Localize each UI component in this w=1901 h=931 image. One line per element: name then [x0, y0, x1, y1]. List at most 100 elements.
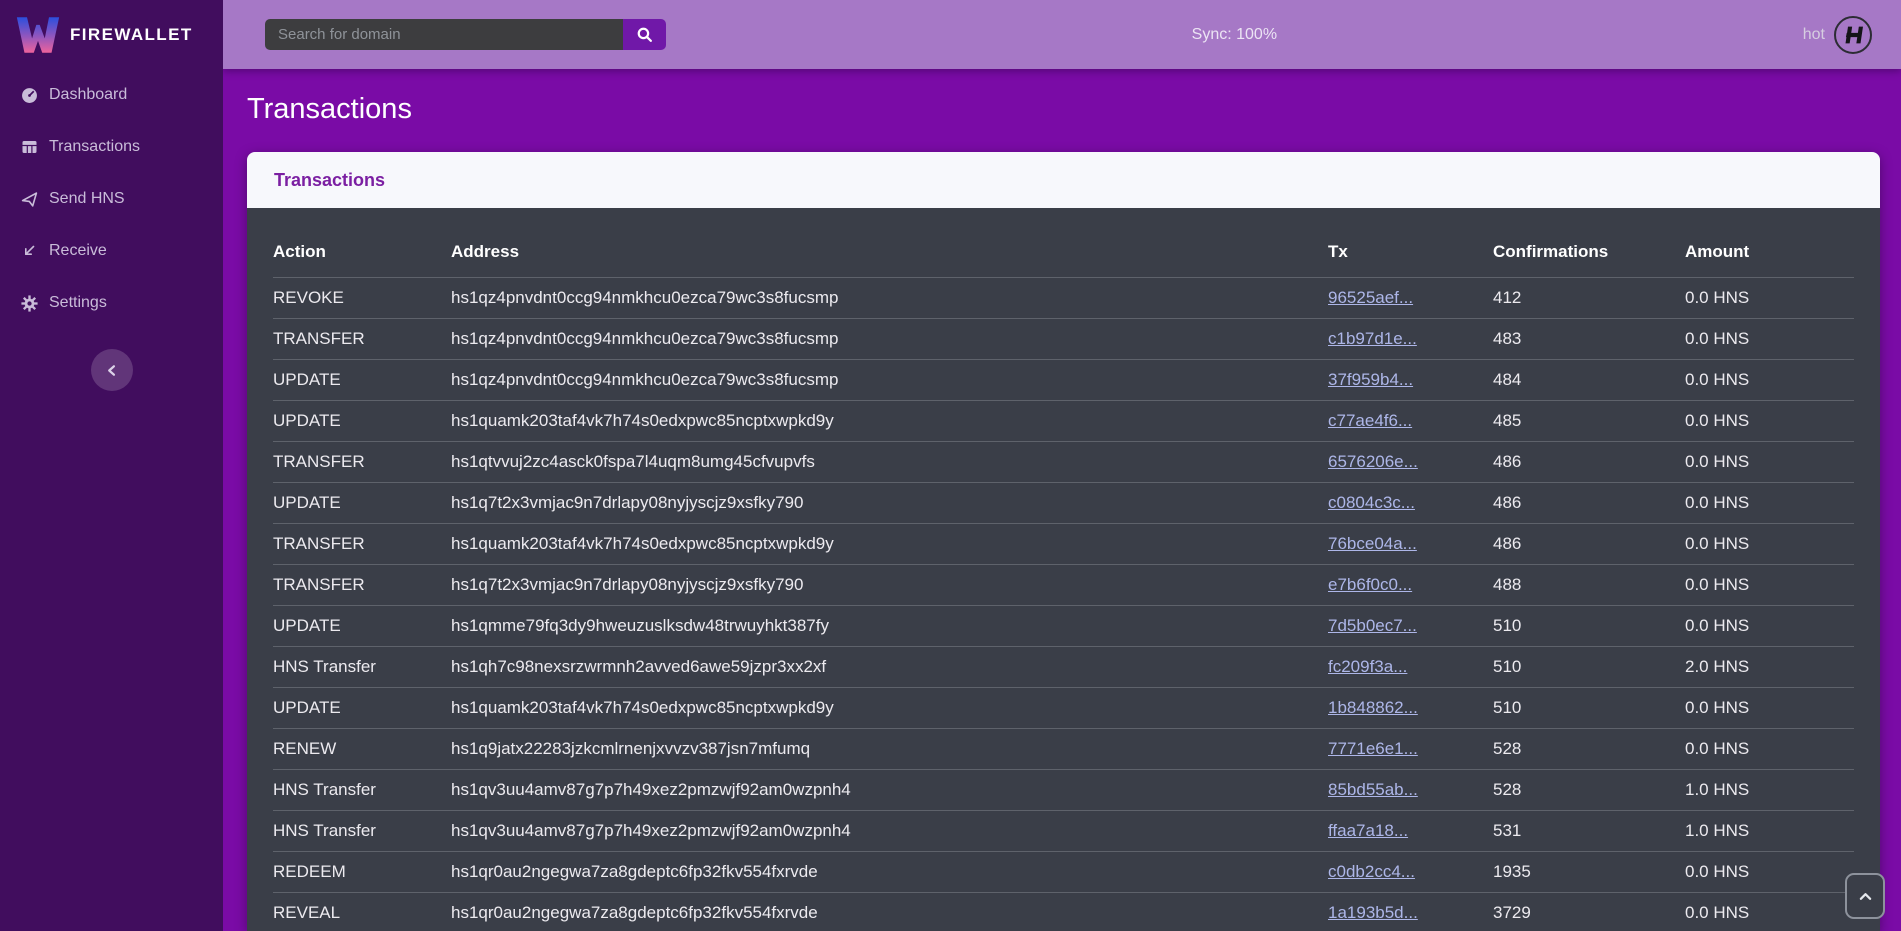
confirmations-cell: 486	[1493, 534, 1685, 554]
column-header-amount: Amount	[1685, 242, 1854, 262]
action-cell: UPDATE	[273, 493, 451, 513]
confirmations-cell: 1935	[1493, 862, 1685, 882]
tx-link[interactable]: 1a193b5d...	[1328, 903, 1418, 922]
address-cell: hs1quamk203taf4vk7h74s0edxpwc85ncptxwpkd…	[451, 411, 1328, 431]
address-cell: hs1qr0au2ngegwa7za8gdeptc6fp32fkv554fxrv…	[451, 862, 1328, 882]
receive-icon	[20, 242, 38, 260]
table-row: UPDATE hs1q7t2x3vmjac9n7drlapy08nyjyscjz…	[273, 482, 1854, 523]
sidebar-item-label: Transactions	[49, 138, 140, 156]
tx-link[interactable]: 76bce04a...	[1328, 534, 1417, 553]
table-body: REVOKE hs1qz4pnvdnt0ccg94nmkhcu0ezca79wc…	[273, 277, 1854, 931]
chevron-left-icon	[105, 363, 120, 378]
action-cell: HNS Transfer	[273, 821, 451, 841]
confirmations-cell: 510	[1493, 657, 1685, 677]
dashboard-icon	[20, 86, 38, 104]
send-icon	[20, 190, 38, 208]
domain-search	[265, 19, 666, 50]
amount-cell: 0.0 HNS	[1685, 493, 1854, 513]
sidebar-item-label: Dashboard	[49, 86, 127, 104]
main-content: Transactions Transactions Action Address…	[223, 69, 1901, 931]
address-cell: hs1quamk203taf4vk7h74s0edxpwc85ncptxwpkd…	[451, 698, 1328, 718]
confirmations-cell: 528	[1493, 739, 1685, 759]
action-cell: UPDATE	[273, 616, 451, 636]
tx-link[interactable]: c77ae4f6...	[1328, 411, 1412, 430]
table-row: TRANSFER hs1qz4pnvdnt0ccg94nmkhcu0ezca79…	[273, 318, 1854, 359]
sidebar-item-receive[interactable]: Receive	[0, 225, 223, 277]
action-cell: TRANSFER	[273, 452, 451, 472]
tx-link[interactable]: 6576206e...	[1328, 452, 1418, 471]
table-row: TRANSFER hs1qtvvuj2zc4asck0fspa7l4uqm8um…	[273, 441, 1854, 482]
address-cell: hs1q9jatx22283jzkcmlrnenjxvvzv387jsn7mfu…	[451, 739, 1328, 759]
confirmations-cell: 488	[1493, 575, 1685, 595]
tx-link[interactable]: ffaa7a18...	[1328, 821, 1408, 840]
table-row: RENEW hs1q9jatx22283jzkcmlrnenjxvvzv387j…	[273, 728, 1854, 769]
address-cell: hs1qz4pnvdnt0ccg94nmkhcu0ezca79wc3s8fucs…	[451, 329, 1328, 349]
action-cell: UPDATE	[273, 698, 451, 718]
wallet-avatar[interactable]	[1834, 16, 1872, 54]
address-cell: hs1quamk203taf4vk7h74s0edxpwc85ncptxwpkd…	[451, 534, 1328, 554]
sidebar-item-settings[interactable]: Settings	[0, 277, 223, 329]
tx-link[interactable]: e7b6f0c0...	[1328, 575, 1412, 594]
sidebar-item-send-hns[interactable]: Send HNS	[0, 173, 223, 225]
amount-cell: 0.0 HNS	[1685, 370, 1854, 390]
tx-link[interactable]: 85bd55ab...	[1328, 780, 1418, 799]
action-cell: REVEAL	[273, 903, 451, 923]
action-cell: TRANSFER	[273, 534, 451, 554]
address-cell: hs1qtvvuj2zc4asck0fspa7l4uqm8umg45cfvupv…	[451, 452, 1328, 472]
tx-link[interactable]: c0804c3c...	[1328, 493, 1415, 512]
brand: FIREWALLET	[0, 0, 223, 69]
table-row: HNS Transfer hs1qv3uu4amv87g7p7h49xez2pm…	[273, 810, 1854, 851]
sidebar-item-transactions[interactable]: Transactions	[0, 121, 223, 173]
chevron-up-icon	[1858, 890, 1873, 903]
table-row: HNS Transfer hs1qv3uu4amv87g7p7h49xez2pm…	[273, 769, 1854, 810]
action-cell: REVOKE	[273, 288, 451, 308]
tx-link[interactable]: 7d5b0ec7...	[1328, 616, 1417, 635]
table-row: REVEAL hs1qr0au2ngegwa7za8gdeptc6fp32fkv…	[273, 892, 1854, 931]
sidebar-item-label: Receive	[49, 242, 107, 260]
tx-link[interactable]: c1b97d1e...	[1328, 329, 1417, 348]
transactions-icon	[20, 138, 38, 156]
tx-link[interactable]: 96525aef...	[1328, 288, 1413, 307]
amount-cell: 1.0 HNS	[1685, 821, 1854, 841]
search-button[interactable]	[623, 19, 666, 50]
confirmations-cell: 486	[1493, 452, 1685, 472]
settings-icon	[20, 294, 38, 312]
confirmations-cell: 510	[1493, 698, 1685, 718]
amount-cell: 0.0 HNS	[1685, 329, 1854, 349]
wallet-name: hot	[1803, 26, 1825, 44]
tx-link[interactable]: fc209f3a...	[1328, 657, 1407, 676]
amount-cell: 0.0 HNS	[1685, 698, 1854, 718]
sidebar-collapse-button[interactable]	[91, 349, 133, 391]
sidebar-item-dashboard[interactable]: Dashboard	[0, 69, 223, 121]
tx-link[interactable]: c0db2cc4...	[1328, 862, 1415, 881]
table-row: REDEEM hs1qr0au2ngegwa7za8gdeptc6fp32fkv…	[273, 851, 1854, 892]
tx-link[interactable]: 1b848862...	[1328, 698, 1418, 717]
brand-name: FIREWALLET	[70, 25, 193, 45]
transactions-table: Action Address Tx Confirmations Amount R…	[247, 208, 1880, 931]
address-cell: hs1qz4pnvdnt0ccg94nmkhcu0ezca79wc3s8fucs…	[451, 370, 1328, 390]
amount-cell: 1.0 HNS	[1685, 780, 1854, 800]
wallet-account: hot	[1803, 16, 1901, 54]
amount-cell: 0.0 HNS	[1685, 575, 1854, 595]
amount-cell: 0.0 HNS	[1685, 862, 1854, 882]
confirmations-cell: 412	[1493, 288, 1685, 308]
tx-link[interactable]: 7771e6e1...	[1328, 739, 1418, 758]
column-header-tx: Tx	[1328, 242, 1493, 262]
sidebar-nav: Dashboard Transactions Send HNS	[0, 69, 223, 329]
table-row: UPDATE hs1quamk203taf4vk7h74s0edxpwc85nc…	[273, 687, 1854, 728]
card-header: Transactions	[247, 152, 1880, 208]
amount-cell: 2.0 HNS	[1685, 657, 1854, 677]
table-row: TRANSFER hs1quamk203taf4vk7h74s0edxpwc85…	[273, 523, 1854, 564]
address-cell: hs1qmme79fq3dy9hweuzuslksdw48trwuyhkt387…	[451, 616, 1328, 636]
search-input[interactable]	[265, 19, 623, 50]
amount-cell: 0.0 HNS	[1685, 739, 1854, 759]
action-cell: UPDATE	[273, 411, 451, 431]
amount-cell: 0.0 HNS	[1685, 452, 1854, 472]
search-icon	[636, 26, 653, 43]
confirmations-cell: 485	[1493, 411, 1685, 431]
address-cell: hs1qv3uu4amv87g7p7h49xez2pmzwjf92am0wzpn…	[451, 780, 1328, 800]
tx-link[interactable]: 37f959b4...	[1328, 370, 1413, 389]
address-cell: hs1qr0au2ngegwa7za8gdeptc6fp32fkv554fxrv…	[451, 903, 1328, 923]
scroll-to-top-button[interactable]	[1845, 873, 1885, 919]
amount-cell: 0.0 HNS	[1685, 616, 1854, 636]
